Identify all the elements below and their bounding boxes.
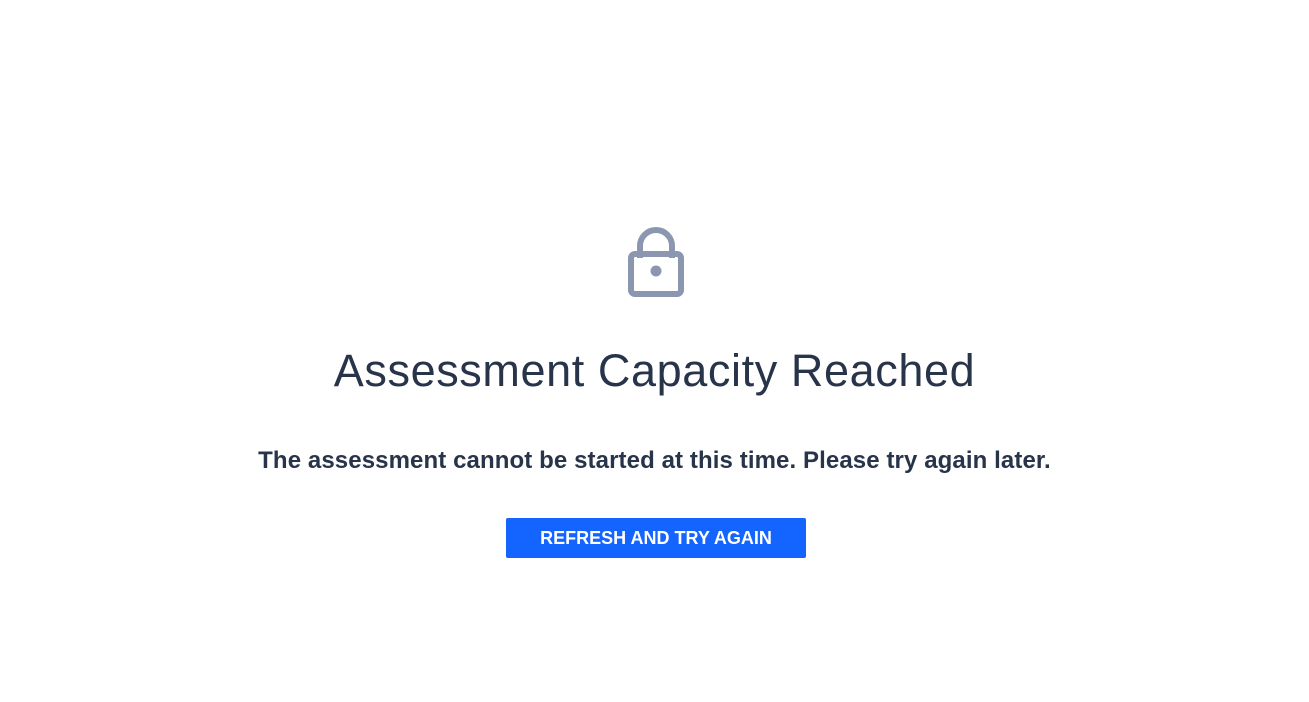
page-title: Assessment Capacity Reached [333, 345, 976, 396]
lock-icon [625, 224, 687, 298]
status-message: The assessment cannot be started at this… [258, 447, 1051, 474]
refresh-and-try-again-button[interactable]: REFRESH AND TRY AGAIN [506, 518, 806, 558]
